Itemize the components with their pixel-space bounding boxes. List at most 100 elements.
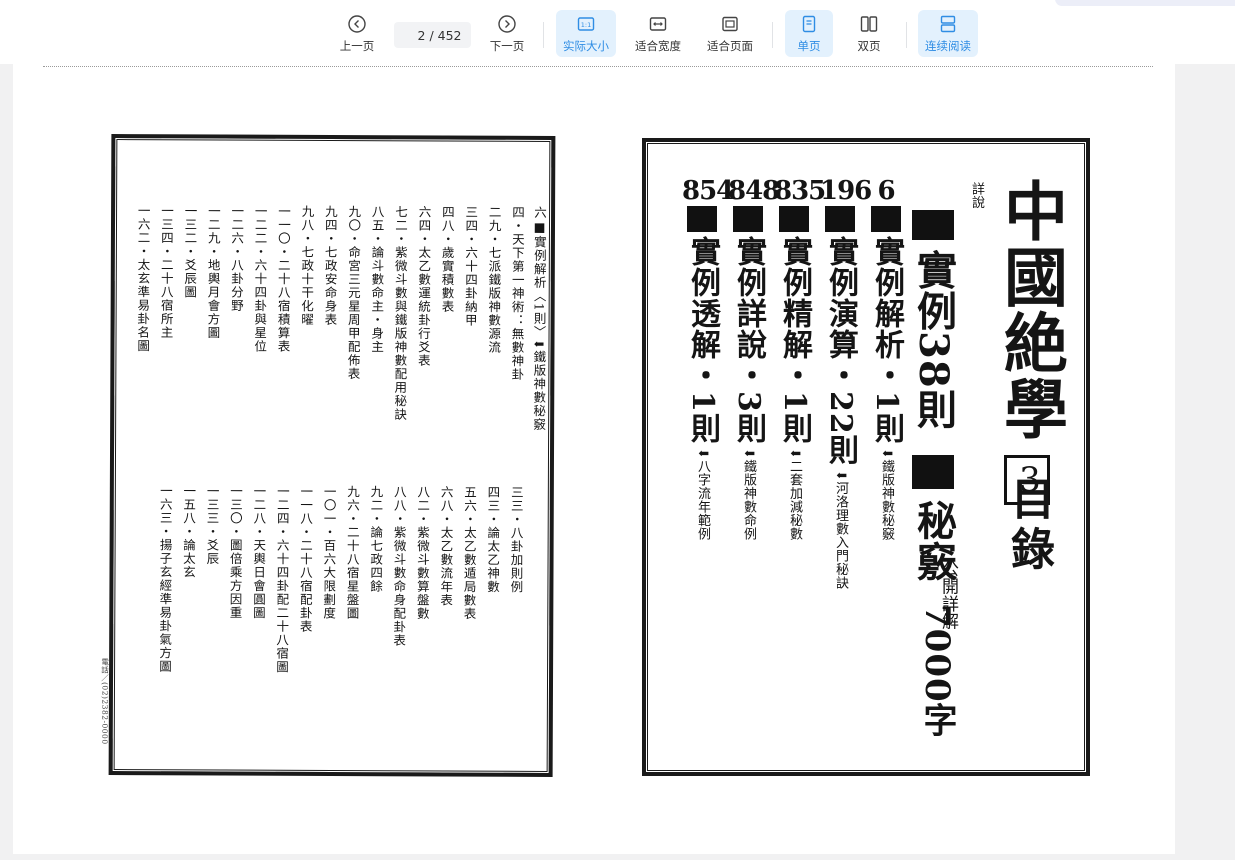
- viewer-toolbar: 上一页 / 452 下一页 1:1 实际大小 适合宽度 适合页面 单页 双页 连…: [0, 0, 1235, 64]
- left-page-header: 六■實例解析〈1則〉⬇鐵版神數秘竅: [531, 205, 548, 432]
- toc-entry: 一三四・二十八宿所主: [158, 204, 175, 340]
- toc-entry: 八二・紫微斗數算盤數: [414, 485, 431, 621]
- toc-entry: 一六三・揚子玄經準易卦氣方圖: [157, 484, 173, 674]
- single-page-button[interactable]: 单页: [785, 10, 833, 57]
- contents-item: 854 實例透解・1則 ⬇八字流年範例: [682, 176, 734, 541]
- toc-entry: 一〇一・百六大限劃度: [321, 484, 337, 621]
- toc-entry: 九二・論七政四餘: [368, 485, 384, 594]
- toc-entry: 九〇・命宮三元星周甲配佈表: [345, 205, 362, 381]
- black-block: [687, 206, 717, 232]
- book-title-block: 中國絶學 3: [993, 178, 1068, 506]
- toc-entry: 七二・紫微斗數與鐵版神數配用秘訣: [392, 205, 409, 422]
- black-block: [825, 206, 855, 232]
- detail-label: 詳說: [969, 182, 984, 209]
- item-note: ⬇八字流年範例: [695, 447, 710, 541]
- item-page-number: 854: [682, 176, 734, 206]
- contents-heading: 目錄: [1003, 476, 1054, 576]
- continuous-reading-label: 连续阅读: [925, 38, 971, 53]
- fit-width-icon: [649, 16, 667, 31]
- double-page-button[interactable]: 双页: [845, 10, 893, 57]
- single-page-icon: [802, 15, 816, 32]
- fit-page-label: 适合页面: [707, 38, 753, 53]
- toc-entry: 一一〇・二十八宿積算表: [275, 204, 292, 354]
- toc-entry: 一二八・天輿日會圓圖: [250, 484, 267, 620]
- toc-entry: 二九・七派鐵版神數源流: [486, 205, 502, 355]
- right-scanned-page: 中國絶學 3 目錄 詳說 實例38則 秘竅 公開詳解 7000字 6實例解析・1…: [642, 138, 1090, 776]
- next-page-button[interactable]: 下一页: [484, 10, 530, 57]
- chevron-left-circle-icon: [348, 14, 366, 33]
- black-block: [871, 206, 901, 232]
- left-page-lower-entries: 三三・八卦加則例 四三・論太乙神數 五六・太乙數遁局數表 六八・太乙數流年表 八二・紫微…: [115, 138, 551, 674]
- actual-size-icon: 1:1: [577, 16, 595, 31]
- toc-entry: 四・天下第一神術：無數神卦: [509, 205, 526, 382]
- actual-size-label: 实际大小: [563, 38, 609, 53]
- secret-count: 7000字: [917, 604, 957, 738]
- prev-page-label: 上一页: [339, 38, 375, 53]
- black-block: [779, 206, 809, 232]
- toc-entry: 一二九・地輿月會方圖: [205, 204, 221, 340]
- detail-label-col: 詳說: [968, 182, 984, 209]
- toc-entry: 一二六・八卦分野: [228, 204, 245, 313]
- toolbar-divider: [543, 22, 544, 48]
- toc-entry: 四三・論太乙神數: [485, 485, 501, 594]
- page-total: / 452: [429, 27, 462, 43]
- item-page-number: 196: [820, 176, 872, 206]
- fit-width-label: 适合宽度: [635, 38, 681, 53]
- contents-item: 835 實例精解・1則 ⬇二套加減秘數: [774, 176, 826, 541]
- contents-item: 848 實例詳說・3則 ⬇鐵版神數命例: [728, 178, 780, 541]
- top-pill-decoration: [1055, 0, 1235, 6]
- toc-entry: 一三〇・圖倍乘方因重: [227, 484, 244, 620]
- fit-page-button[interactable]: 适合页面: [700, 10, 760, 57]
- toc-entry: 一五八・論太玄: [180, 484, 197, 579]
- toc-entry: 一二二・六十四卦與星位: [252, 204, 268, 354]
- double-page-label: 双页: [857, 38, 881, 53]
- secret-count-col: 7000字: [917, 604, 957, 738]
- document-viewport[interactable]: 六■實例解析〈1則〉⬇鐵版神數秘竅 四・天下第一神術：無數神卦 二九・七派鐵版神數…: [13, 64, 1175, 854]
- fit-width-button[interactable]: 适合宽度: [628, 10, 688, 57]
- scan-edge-line: [43, 66, 1153, 69]
- toc-entry: 三四・六十四卦納甲: [462, 205, 479, 328]
- toc-entry: 一三二・爻辰圖: [182, 204, 198, 299]
- toc-entry: 六四・太乙數運統卦行爻表: [415, 205, 432, 368]
- left-page-upper-entries: 四・天下第一神術：無數神卦 二九・七派鐵版神數源流 三四・六十四卦納甲 四八・歲實積數…: [115, 138, 551, 421]
- left-scanned-page: 六■實例解析〈1則〉⬇鐵版神數秘竅 四・天下第一神術：無數神卦 二九・七派鐵版神數…: [100, 134, 556, 777]
- item-note: ⬇二套加減秘數: [787, 447, 802, 541]
- book-title: 中國絶學: [993, 178, 1068, 442]
- continuous-reading-button[interactable]: 连续阅读: [918, 10, 978, 57]
- single-page-label: 单页: [797, 38, 821, 53]
- toc-entry: 六八・太乙數流年表: [438, 485, 454, 608]
- toc-entry: 一一八・二十八宿配卦表: [297, 484, 314, 634]
- toc-entry: 一二四・六十四卦配二十八宿圖: [274, 484, 290, 674]
- double-page-icon: [860, 15, 878, 32]
- black-block: [733, 206, 763, 232]
- item-page-number: 835: [774, 176, 826, 206]
- black-block: [912, 210, 954, 240]
- toc-entry: 三三・八卦加則例: [508, 485, 524, 594]
- page-indicator: / 452: [394, 22, 471, 48]
- item-title: 實例演算・22則: [823, 236, 858, 466]
- summary-col: 實例38則 秘竅: [910, 210, 957, 582]
- toc-entry: 九六・二十八宿星盤圖: [344, 485, 361, 621]
- item-note: ⬇鐵版神數秘竅: [879, 447, 894, 541]
- toc-entry: 一六二・太玄準易卦名圖: [135, 204, 151, 353]
- next-page-label: 下一页: [489, 38, 525, 53]
- item-note: ⬇鐵版神數命例: [741, 447, 756, 541]
- cases-summary: 實例38則: [910, 249, 957, 430]
- toc-entry: 五六・太乙數遁局數表: [461, 485, 478, 621]
- contents-item: 6 實例解析・1則 ⬇鐵版神數秘竅: [866, 178, 906, 540]
- item-title: 實例詳說・3則: [731, 236, 766, 444]
- page-number-input[interactable]: [403, 27, 426, 43]
- toc-entry: 九四・七政安命身表: [322, 204, 338, 327]
- toolbar-divider: [772, 22, 773, 48]
- item-title: 實例解析・1則: [869, 236, 904, 444]
- chevron-right-circle-icon: [498, 14, 516, 33]
- item-title: 實例精解・1則: [777, 236, 812, 444]
- left-page-credit: 電話／(02)2382-0000: [100, 657, 110, 745]
- prev-page-button[interactable]: 上一页: [334, 10, 380, 57]
- toc-entry: 八五・論斗數命主・身主: [369, 205, 385, 354]
- actual-size-button[interactable]: 1:1 实际大小: [556, 10, 616, 57]
- toc-entry: 九八・七政十干化曜: [298, 204, 315, 327]
- toc-entry: 八八・紫微斗數命身配卦表: [391, 485, 407, 648]
- toolbar-divider: [906, 22, 907, 48]
- item-title: 實例透解・1則: [685, 236, 720, 444]
